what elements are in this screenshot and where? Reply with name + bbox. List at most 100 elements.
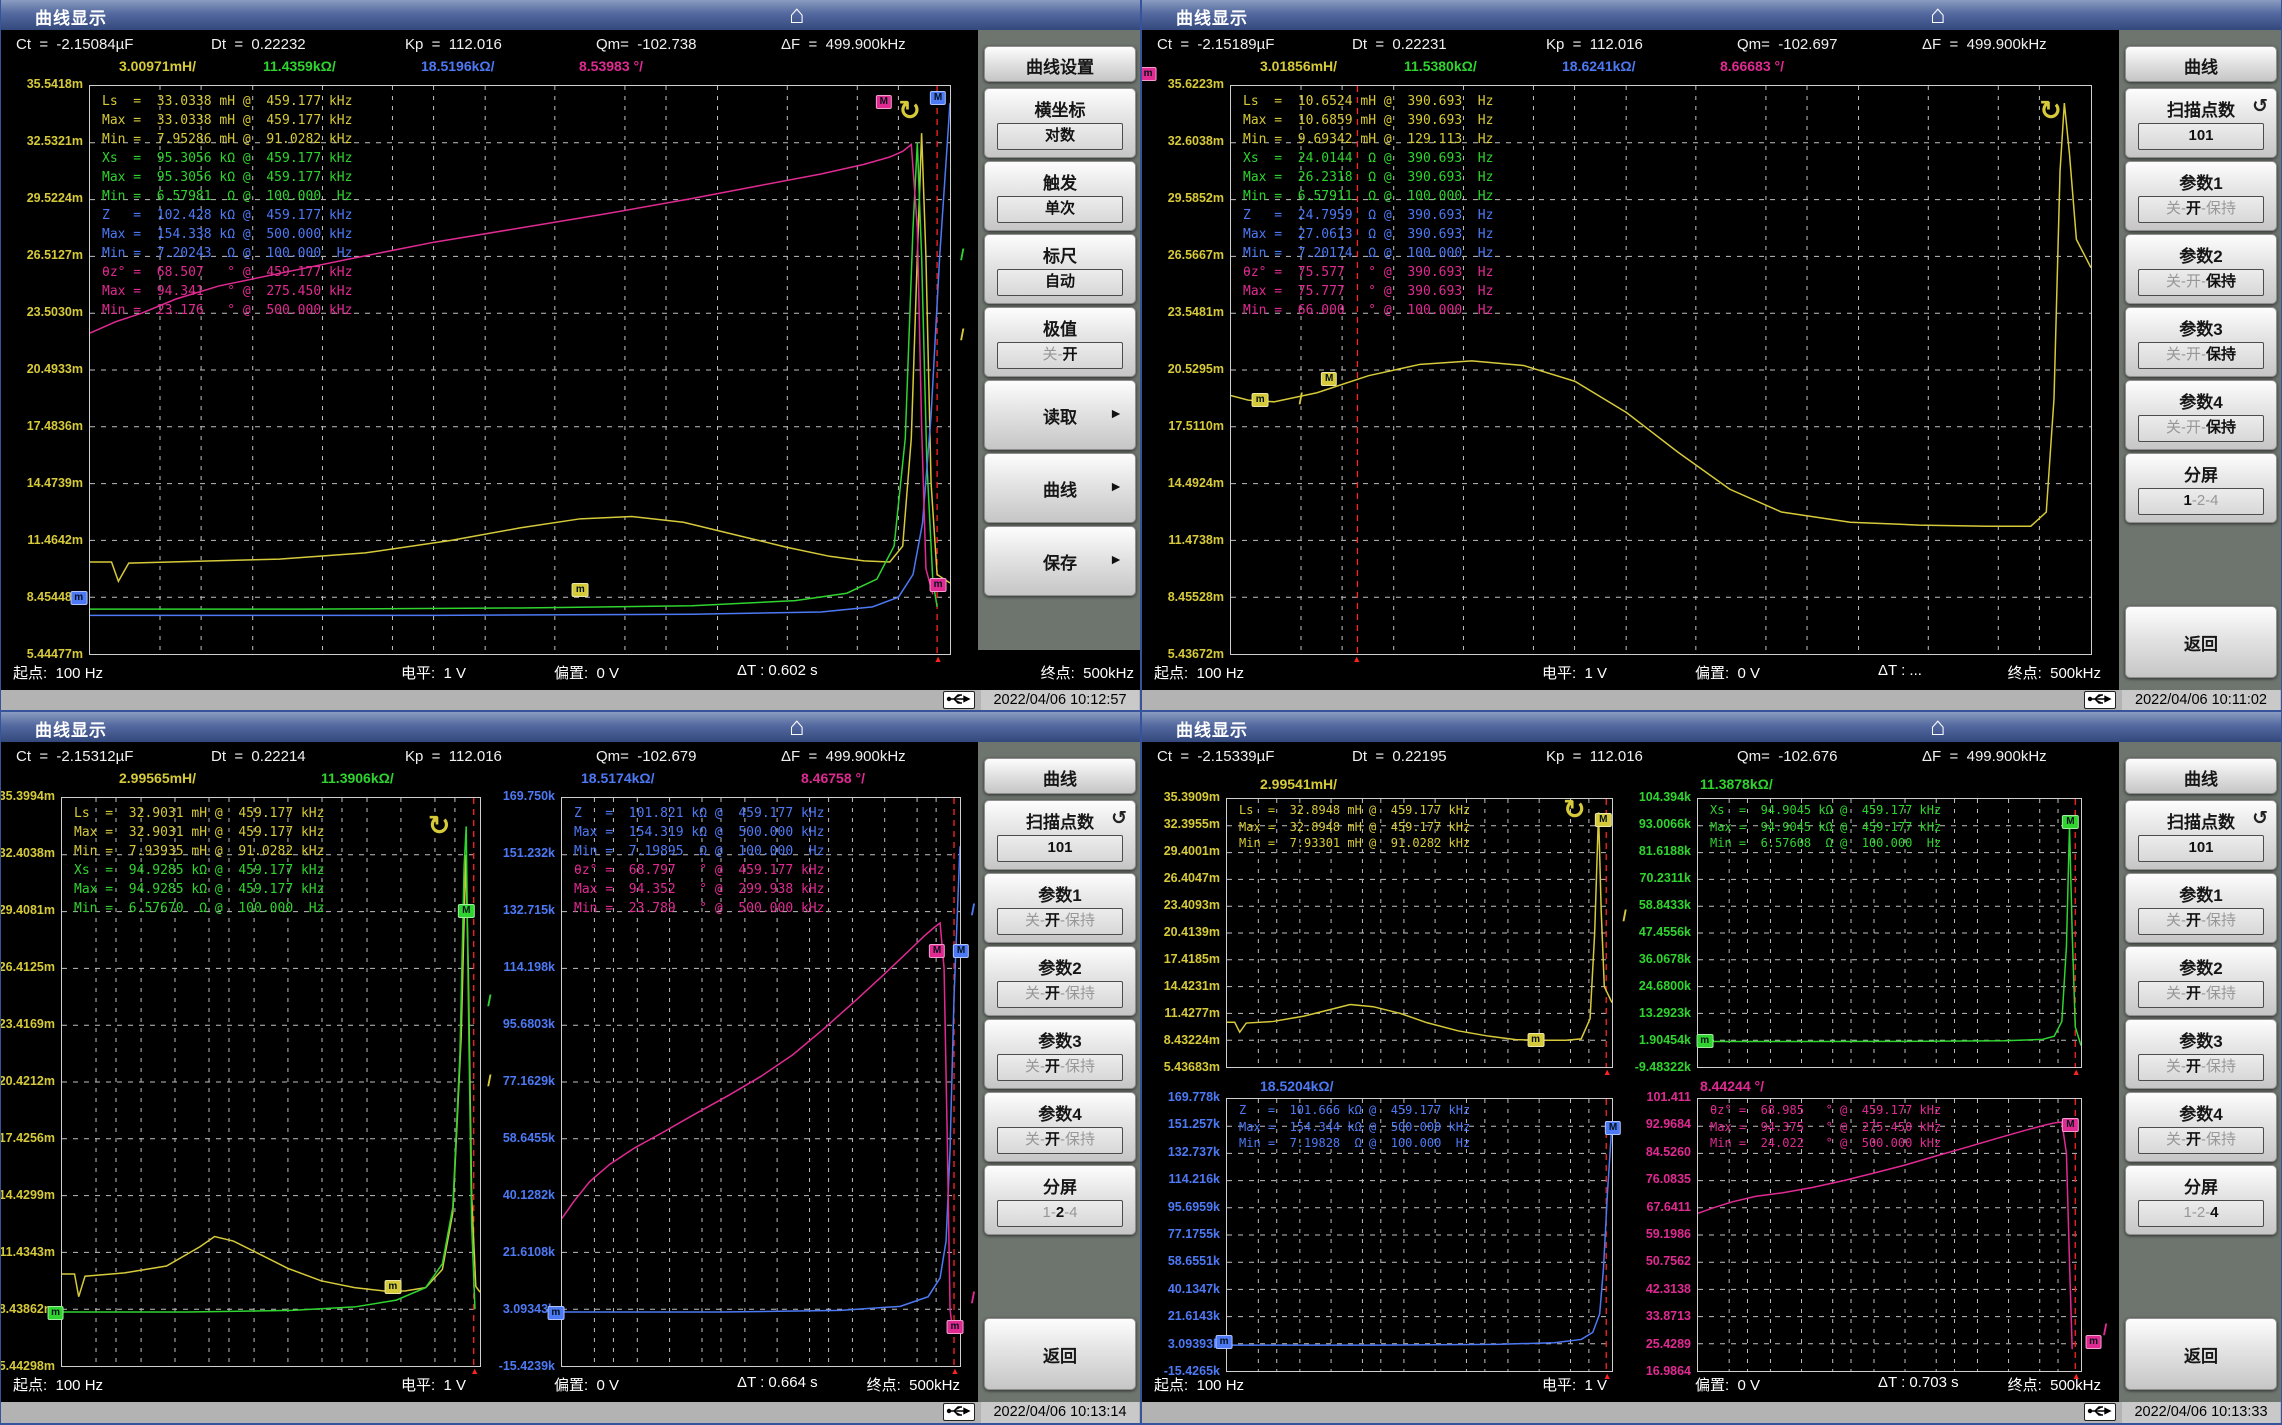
menu-button-6[interactable]: 分屏1-2-4 [2125, 1165, 2277, 1235]
menu-button-3[interactable]: 标尺自动 [984, 234, 1136, 304]
menu-value-box[interactable]: 关-开-保持 [2138, 908, 2264, 935]
menu-value-box[interactable]: 关-开-保持 [997, 981, 1123, 1008]
marker-m-badge[interactable]: m [384, 1280, 401, 1294]
menu-value-box[interactable]: 自动 [997, 269, 1123, 296]
menu-button-5[interactable]: 参数4关-开-保持 [2125, 1092, 2277, 1162]
sweep-endpoint-readout: 终点: 500kHz [867, 1374, 960, 1395]
menu-value-box[interactable]: 101 [2138, 123, 2264, 150]
marker-m-badge[interactable]: m [47, 1306, 64, 1320]
menu-value-box[interactable]: 1-2-4 [997, 1200, 1123, 1227]
sweep-plot[interactable]: Ls = 32.8948 mH @ 459.177 kHzMax = 32.89… [1226, 798, 1613, 1068]
menu-button-6[interactable]: 分屏1-2-4 [984, 1165, 1136, 1235]
menu-button-4[interactable]: 参数3关-开-保持 [2125, 307, 2277, 377]
marker-M-badge[interactable]: M [1595, 813, 1611, 827]
menu-button-3[interactable]: 参数2关-开-保持 [2125, 234, 2277, 304]
marker-M-badge[interactable]: M [458, 904, 474, 918]
trace-scale-slash-icon: / [960, 327, 964, 345]
marker-m-badge[interactable]: m [1216, 1335, 1233, 1349]
menu-value-box[interactable]: 关-开-保持 [2138, 981, 2264, 1008]
refresh-icon: ↺ [2252, 95, 2268, 118]
menu-value-box[interactable]: 关-开-保持 [2138, 1054, 2264, 1081]
menu-value-box[interactable]: 关-开-保持 [2138, 1127, 2264, 1154]
sweep-plot[interactable]: Ls = 10.6524 mH @ 390.693 HzMax = 10.685… [1230, 85, 2092, 655]
menu-value-box[interactable]: 关-开-保持 [2138, 342, 2264, 369]
home-icon[interactable]: ⌂ [1930, 712, 1946, 742]
menu-button-1[interactable]: 扫描点数↺101 [2125, 800, 2277, 870]
sweep-plot[interactable]: Z = 101.821 kΩ @ 459.177 kHzMax = 154.31… [561, 797, 961, 1367]
menu-value-box[interactable]: 关-开-保持 [2138, 196, 2264, 223]
y-axis-tick-label: -15.4239k [477, 1359, 555, 1373]
marker-M-badge[interactable]: M [930, 91, 946, 105]
marker-m-badge[interactable]: m [547, 1306, 564, 1320]
menu-value-box[interactable]: 101 [997, 835, 1123, 862]
menu-value-box[interactable]: 关-开-保持 [997, 1127, 1123, 1154]
marker-M-badge[interactable]: M [953, 944, 969, 958]
marker-m-badge[interactable]: m [70, 591, 87, 605]
menu-button-4[interactable]: 极值关-开 [984, 307, 1136, 377]
sweep-plot[interactable]: θz° = 68.985 ° @ 459.177 kHzMax = 94.375… [1697, 1098, 2082, 1372]
scale-per-div-label: 18.5196kΩ/ [421, 58, 495, 74]
back-button[interactable]: 返回 [2125, 606, 2277, 678]
marker-M-badge[interactable]: M [2062, 1118, 2078, 1132]
marker-M-badge[interactable]: M [1321, 372, 1337, 386]
sweep-plot[interactable]: Ls = 33.0338 mH @ 459.177 kHzMax = 33.03… [89, 85, 951, 655]
y-axis-tick-label: 11.4343m [0, 1245, 55, 1259]
back-button[interactable]: 返回 [984, 1318, 1136, 1390]
menu-value-box[interactable]: 关-开-保持 [2138, 415, 2264, 442]
measured-param: Ct = -2.15189µF [1157, 36, 1274, 53]
menu-value-box[interactable]: 单次 [997, 196, 1123, 223]
menu-value-box[interactable]: 1-2-4 [2138, 488, 2264, 515]
menu-value-box[interactable]: 关-开 [997, 342, 1123, 369]
menu-button-5[interactable]: 参数4关-开-保持 [984, 1092, 1136, 1162]
menu-button-3[interactable]: 参数2关-开-保持 [2125, 946, 2277, 1016]
marker-m-badge[interactable]: m [2085, 1335, 2102, 1349]
menu-value: 自动 [1045, 273, 1075, 290]
menu-header-label: 曲线 [2126, 53, 2276, 78]
marker-m-badge[interactable]: m [1696, 1034, 1713, 1048]
menu-button-1[interactable]: 扫描点数↺101 [984, 800, 1136, 870]
home-icon[interactable]: ⌂ [789, 712, 805, 742]
menu-value-box[interactable]: 关-开-保持 [997, 908, 1123, 935]
menu-button-6[interactable]: 分屏1-2-4 [2125, 453, 2277, 523]
menu-value-box[interactable]: 101 [2138, 835, 2264, 862]
menu-button-label: 参数3 [2126, 315, 2276, 340]
marker-M-badge[interactable]: M [1605, 1121, 1621, 1135]
marker-M-badge[interactable]: M [2062, 815, 2078, 829]
home-icon[interactable]: ⌂ [789, 0, 805, 30]
cursor-triangle-icon: ▲ [2072, 1371, 2081, 1381]
menu-button-4[interactable]: 参数3关-开-保持 [2125, 1019, 2277, 1089]
legend-line: Max = 27.0613 Ω @ 390.693 Hz [1243, 225, 1493, 244]
home-icon[interactable]: ⌂ [1930, 0, 1946, 30]
marker-m-badge[interactable]: m [930, 578, 947, 592]
menu-value-box[interactable]: 对数 [997, 123, 1123, 150]
menu-button-4[interactable]: 参数3关-开-保持 [984, 1019, 1136, 1089]
menu-button-2[interactable]: 参数1关-开-保持 [2125, 161, 2277, 231]
menu-button-1[interactable]: 横坐标对数 [984, 88, 1136, 158]
sweep-plot[interactable]: Xs = 94.9045 kΩ @ 459.177 kHzMax = 94.90… [1697, 798, 2082, 1068]
menu-button-6[interactable]: 曲线► [984, 453, 1136, 523]
menu-button-7[interactable]: 保存► [984, 526, 1136, 596]
menu-button-2[interactable]: 触发单次 [984, 161, 1136, 231]
menu-value-box[interactable]: 关-开-保持 [2138, 269, 2264, 296]
marker-M-badge[interactable]: M [876, 95, 892, 109]
menu-button-1[interactable]: 扫描点数↺101 [2125, 88, 2277, 158]
menu-value-box[interactable]: 关-开-保持 [997, 1054, 1123, 1081]
menu-value-box[interactable]: 1-2-4 [2138, 1200, 2264, 1227]
menu-button-3[interactable]: 参数2关-开-保持 [984, 946, 1136, 1016]
marker-m-badge[interactable]: m [947, 1320, 964, 1334]
menu-button-5[interactable]: 读取► [984, 380, 1136, 450]
page-title: 曲线显示 [35, 4, 107, 29]
marker-m-badge[interactable]: m [572, 583, 589, 597]
menu-button-2[interactable]: 参数1关-开-保持 [2125, 873, 2277, 943]
sweep-plot[interactable]: Ls = 32.9031 mH @ 459.177 kHzMax = 32.90… [61, 797, 481, 1367]
menu-button-5[interactable]: 参数4关-开-保持 [2125, 380, 2277, 450]
marker-m-badge[interactable]: m [1141, 67, 1157, 81]
marker-m-badge[interactable]: m [1527, 1033, 1544, 1047]
sweep-plot[interactable]: Z = 101.666 kΩ @ 459.177 kHzMax = 154.34… [1226, 1098, 1613, 1372]
menu-button-2[interactable]: 参数1关-开-保持 [984, 873, 1136, 943]
trace-scale-slash-icon: / [487, 993, 491, 1011]
back-button[interactable]: 返回 [2125, 1318, 2277, 1390]
clock-timestamp: 2022/04/06 10:13:14 [981, 1402, 1139, 1423]
marker-M-badge[interactable]: M [929, 944, 945, 958]
marker-m-badge[interactable]: m [1252, 393, 1269, 407]
